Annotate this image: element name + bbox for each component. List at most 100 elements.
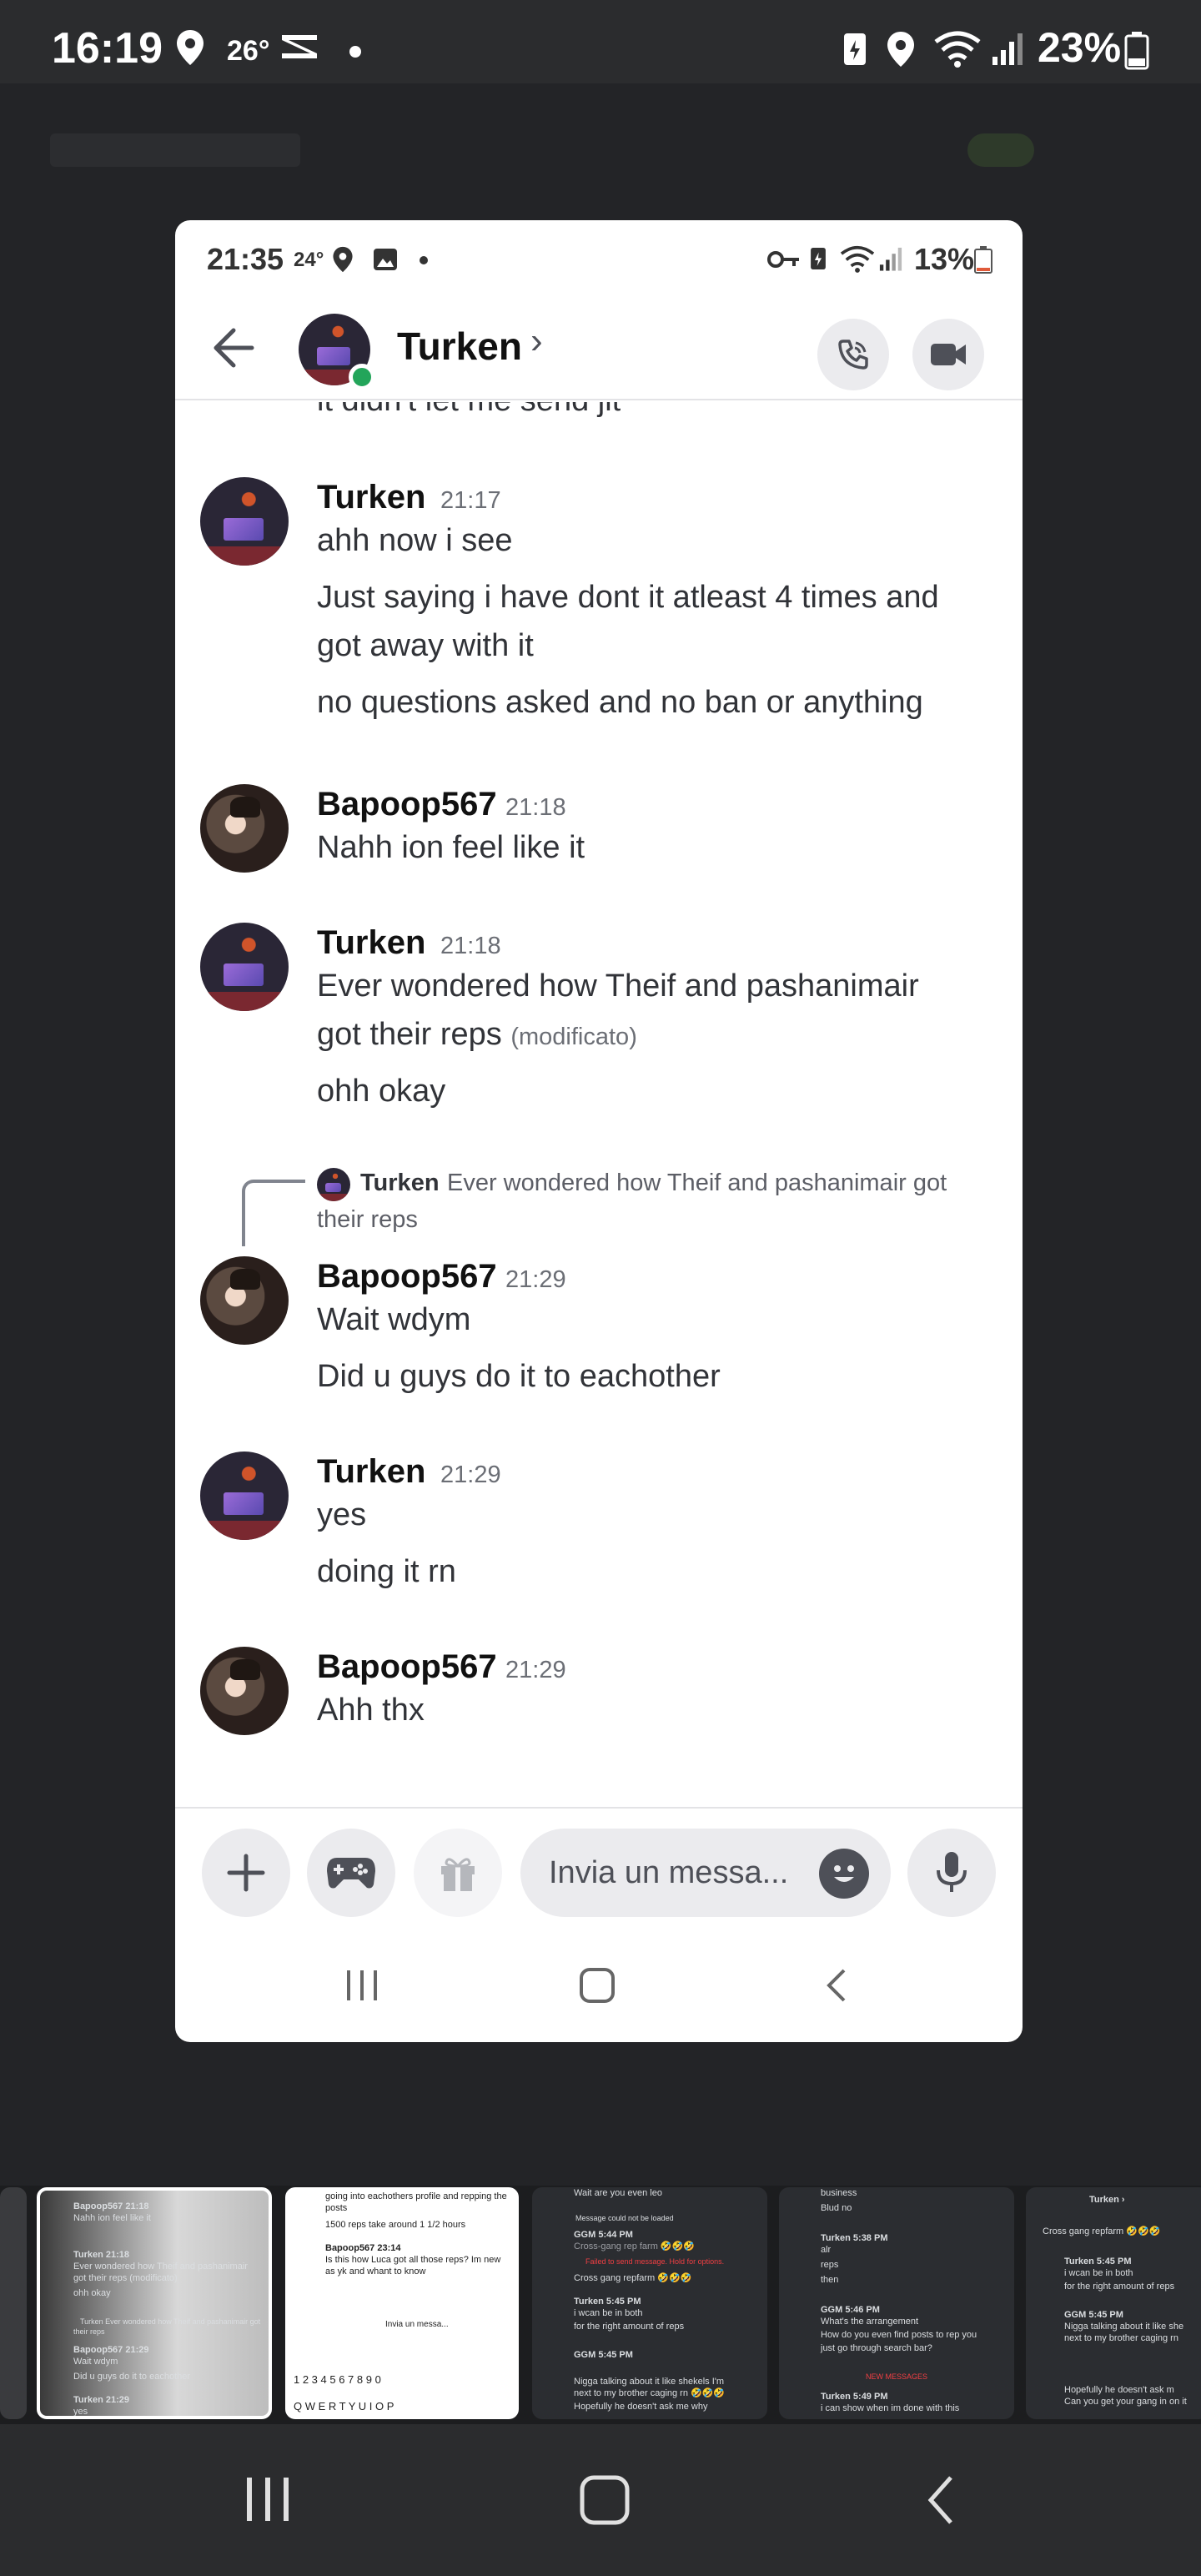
avatar[interactable]: [200, 784, 289, 873]
thumbnail-text: Message could not be loaded: [575, 2214, 674, 2222]
reply-preview-cont[interactable]: their reps: [317, 1206, 418, 1234]
inner-battery-percent: 13%: [914, 242, 975, 276]
thumbnail-text: i can show when im done with this: [821, 2403, 960, 2413]
video-call-button[interactable]: [912, 319, 984, 390]
message-text[interactable]: ahh now i see: [317, 516, 513, 566]
thumbnail[interactable]: business Blud no Turken 5:38 PM alr reps…: [779, 2187, 1014, 2419]
home-icon[interactable]: [579, 1967, 616, 2004]
thumbnail-text: ohh okay: [73, 2288, 111, 2298]
message-author[interactable]: Turken: [317, 1453, 425, 1491]
message-text[interactable]: got away with it: [317, 621, 534, 671]
activities-button[interactable]: [307, 1829, 395, 1917]
thumbnail-text: GGM 5:45 PM: [574, 2350, 633, 2360]
message-text[interactable]: Ever wondered how Theif and pashanimair: [317, 961, 919, 1011]
capcut-icon: [282, 35, 317, 58]
back-icon[interactable]: [924, 2474, 957, 2526]
avatar[interactable]: [200, 477, 289, 566]
thumbnail-text: Nahh ion feel like it: [73, 2213, 151, 2223]
message-text[interactable]: got their reps (modificato): [317, 1009, 637, 1062]
message-text[interactable]: ohh okay: [317, 1066, 445, 1116]
notification-dot-icon: [349, 46, 361, 58]
gift-button[interactable]: [414, 1829, 502, 1917]
avatar[interactable]: [200, 1256, 289, 1345]
vpn-key-icon: [767, 251, 799, 268]
chat-header: Turken ›: [175, 295, 1023, 400]
thumbnail-text: Turken ›: [1089, 2195, 1125, 2205]
message-text[interactable]: no questions asked and no ban or anythin…: [317, 677, 923, 727]
system-navigation-bar: [0, 2424, 1201, 2576]
thumbnail-current[interactable]: Bapoop567 21:18 Nahh ion feel like it Tu…: [37, 2187, 272, 2419]
thumbnail-partial[interactable]: Turken › Cross gang repfarm 🤣🤣🤣 Turken 5…: [1026, 2187, 1201, 2419]
thumbnail-text: Can you get your gang in on it: [1064, 2397, 1187, 2407]
thumbnail-text: Cross gang repfarm 🤣🤣🤣: [1043, 2226, 1161, 2236]
thumbnail[interactable]: going into eachothers profile and reppin…: [285, 2187, 519, 2419]
message-text[interactable]: Did u guys do it to eachother: [317, 1351, 721, 1401]
reply-author[interactable]: Turken: [360, 1170, 440, 1197]
avatar[interactable]: [200, 1647, 289, 1735]
message-author[interactable]: Turken: [317, 924, 425, 962]
chevron-right-icon[interactable]: ›: [530, 320, 543, 362]
messages-list[interactable]: it didn't let me send jit Turken 21:17 a…: [175, 402, 1023, 1807]
message-text[interactable]: yes: [317, 1490, 366, 1540]
thumbnail-partial[interactable]: [0, 2187, 27, 2419]
thumbnail[interactable]: Wait are you even leo Message could not …: [532, 2187, 767, 2419]
message-text-part: got their reps: [317, 1017, 502, 1052]
message-text[interactable]: Nahh ion feel like it: [317, 823, 585, 873]
emoji-button[interactable]: [819, 1849, 869, 1899]
message-text[interactable]: Ahh thx: [317, 1685, 425, 1735]
avatar[interactable]: [200, 923, 289, 1011]
avatar[interactable]: [200, 1452, 289, 1540]
contact-name[interactable]: Turken: [397, 324, 522, 369]
battery-icon: [1124, 32, 1149, 70]
message-author[interactable]: Turken: [317, 479, 425, 516]
voice-call-button[interactable]: [817, 319, 889, 390]
message-author[interactable]: Bapoop567: [317, 786, 497, 823]
thumbnail-text: Failed to send message. Hold for options…: [585, 2257, 725, 2266]
thumbnail-text: Ever wondered how Theif and pashanimair: [73, 2262, 248, 2272]
message-author[interactable]: Bapoop567: [317, 1648, 497, 1686]
thumbnail-text: yes: [73, 2407, 88, 2417]
thumbnail-text: Hopefully he doesn't ask m: [1064, 2385, 1174, 2395]
reply-preview[interactable]: Ever wondered how Theif and pashanimair …: [447, 1170, 947, 1197]
thumbnail-text: 1 2 3 4 5 6 7 8 9 0: [294, 2373, 381, 2386]
thumbnail-text: their reps: [73, 2327, 105, 2336]
message-text[interactable]: Just saying i have dont it atleast 4 tim…: [317, 572, 939, 622]
message-timestamp: 21:29: [505, 1657, 566, 1683]
recent-apps-strip[interactable]: Bapoop567 21:18 Nahh ion feel like it Tu…: [0, 2182, 1201, 2424]
wifi-icon: [934, 31, 981, 68]
bg-blur-block: [50, 133, 300, 167]
thumbnail-text: Wait wdym: [73, 2357, 118, 2367]
message-text[interactable]: Wait wdym: [317, 1295, 470, 1345]
recents-icon[interactable]: [342, 1969, 382, 2002]
back-arrow-icon[interactable]: [212, 327, 255, 369]
message-timestamp: 21:18: [505, 794, 566, 821]
thumbnail-text: Invia un messa...: [385, 2320, 449, 2329]
thumbnail-text: then: [821, 2275, 839, 2285]
attach-button[interactable]: [202, 1829, 290, 1917]
location-icon: [177, 30, 204, 65]
inner-temperature: 24°: [294, 249, 324, 271]
cellular-signal-icon: [992, 33, 1023, 65]
inner-status-bar: 21:35 24° 13%: [175, 220, 1023, 295]
wifi-icon: [840, 245, 875, 273]
voice-message-button[interactable]: [907, 1829, 996, 1917]
edited-label: (modificato): [510, 1024, 637, 1050]
message-text[interactable]: doing it rn: [317, 1547, 456, 1597]
message-author[interactable]: Bapoop567: [317, 1258, 497, 1296]
thumbnail-text: Turken 21:18: [73, 2250, 130, 2260]
inner-navigation-bar: [175, 1937, 1023, 2042]
microphone-icon: [937, 1852, 967, 1892]
recent-app-card[interactable]: 21:35 24° 13% Turken › Turken 21:17 ahh …: [175, 220, 1023, 2042]
thumbnail-text: Bapoop567 21:29: [73, 2345, 149, 2355]
gift-icon: [441, 1858, 475, 1891]
online-status-indicator: [349, 364, 375, 390]
message-timestamp: 21:17: [440, 487, 501, 514]
back-icon[interactable]: [824, 1967, 849, 2004]
message-composer: [175, 1807, 1023, 1937]
thumbnail-text: alr: [821, 2245, 832, 2255]
thumbnail-text: Nigga talking about it like shekels I'm: [574, 2377, 725, 2387]
home-icon[interactable]: [579, 2474, 631, 2526]
location-status-icon: [887, 32, 914, 67]
location-icon: [333, 246, 353, 273]
recents-icon[interactable]: [242, 2476, 294, 2523]
